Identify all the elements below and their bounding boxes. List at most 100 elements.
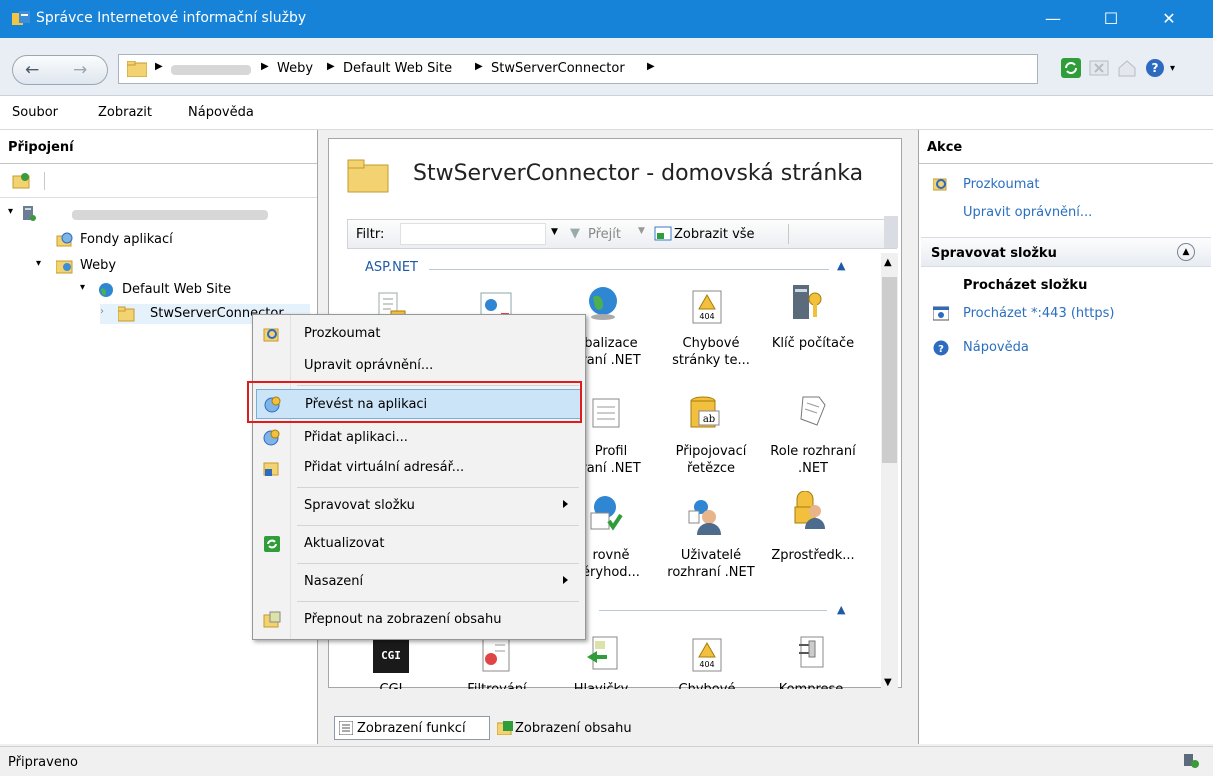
feature-label-filtering[interactable]: Filtrování: [451, 681, 543, 689]
tree-app-pools[interactable]: Fondy aplikací: [56, 230, 306, 250]
error-pages-icon[interactable]: 404: [687, 635, 727, 675]
ctx-manage-folder[interactable]: Spravovat složku: [256, 491, 582, 521]
explore-icon: [263, 328, 279, 342]
globalization-icon[interactable]: [583, 283, 623, 323]
tab-features-view[interactable]: Zobrazení funkcí: [334, 716, 490, 740]
collapse-group-icon[interactable]: ▲: [837, 259, 845, 272]
close-button[interactable]: ✕: [1146, 0, 1192, 38]
iis-app-icon: [12, 11, 30, 25]
breadcrumb-separator-icon[interactable]: ▶: [647, 61, 655, 72]
back-arrow-icon[interactable]: ←: [25, 60, 39, 80]
breadcrumb-separator-icon[interactable]: ▶: [327, 61, 335, 72]
collapse-icon[interactable]: ▾: [8, 206, 13, 217]
filter-dropdown-icon[interactable]: ▼: [551, 227, 558, 237]
submenu-arrow-icon: [563, 576, 568, 584]
scroll-thumb[interactable]: [882, 277, 897, 463]
collapse-icon[interactable]: ▾: [36, 258, 41, 269]
collapse-group-icon[interactable]: ▲: [837, 603, 845, 616]
feature-label-error-pages[interactable]: Chybové: [661, 681, 753, 689]
feature-label-headers[interactable]: Hlavičky: [555, 681, 647, 689]
show-all-button[interactable]: Zobrazit vše: [674, 227, 755, 242]
features-scrollbar[interactable]: ▲ ▼: [881, 253, 898, 693]
error-pages-icon[interactable]: 404: [687, 287, 727, 327]
compression-icon[interactable]: [791, 631, 831, 671]
scroll-down-icon[interactable]: ▼: [884, 677, 892, 688]
filter-input[interactable]: [400, 223, 546, 245]
cgi-icon[interactable]: CGI: [373, 639, 409, 673]
breadcrumb-default-site[interactable]: Default Web Site: [343, 61, 452, 76]
filter-bar: Filtr: ▼ ▼ Přejít ▼ Zobrazit vše: [347, 216, 898, 249]
expand-icon[interactable]: ›: [100, 306, 104, 317]
maximize-button[interactable]: ☐: [1088, 0, 1134, 38]
connection-status-icon: [1184, 754, 1199, 768]
group-aspnet-title: ASP.NET: [365, 260, 418, 275]
manage-folder-section[interactable]: Spravovat složku ▲: [921, 237, 1211, 267]
feature-label-dotnet-roles[interactable]: Role rozhraní .NET: [767, 443, 859, 477]
refresh-icon[interactable]: [1060, 57, 1082, 79]
home-icon[interactable]: [1116, 57, 1138, 79]
tree-server-node[interactable]: ▾: [8, 204, 308, 224]
sites-label: Weby: [80, 258, 117, 273]
scroll-up-icon[interactable]: ▲: [884, 257, 892, 268]
connections-toolbar: [0, 164, 317, 198]
help-icon[interactable]: ?: [1144, 57, 1166, 79]
connection-strings-icon[interactable]: ab: [685, 393, 725, 433]
minimize-button[interactable]: —: [1030, 0, 1076, 38]
sites-folder-icon: [56, 260, 73, 274]
feature-text: balizace raní .NET: [581, 336, 641, 368]
breadcrumb-separator-icon[interactable]: ▶: [261, 61, 269, 72]
tab-content-view[interactable]: Zobrazení obsahu: [492, 716, 642, 740]
breadcrumb-connector[interactable]: StwServerConnector: [491, 61, 625, 76]
providers-icon[interactable]: [789, 491, 829, 531]
tree-sites[interactable]: ▾ Weby: [36, 256, 286, 276]
app-pool-icon: [56, 232, 73, 247]
request-filtering-icon[interactable]: [477, 635, 517, 675]
dotnet-users-icon[interactable]: [685, 497, 725, 537]
feature-label-machine-key[interactable]: Klíč počítače: [767, 335, 859, 352]
menu-help[interactable]: Nápověda: [188, 105, 254, 120]
features-view-icon: [339, 721, 353, 735]
breadcrumb-sites[interactable]: Weby: [277, 61, 313, 76]
ctx-explore[interactable]: Prozkoumat: [256, 319, 582, 349]
profile-icon[interactable]: [587, 393, 627, 433]
feature-label-connection-strings[interactable]: Připojovací řetězce: [665, 443, 757, 477]
filter-scroll-handle[interactable]: [884, 216, 898, 248]
action-help[interactable]: Nápověda: [963, 340, 1029, 355]
feature-label-cgi[interactable]: CGI: [345, 681, 437, 689]
feature-text: Připojovací řetězce: [675, 444, 747, 476]
stop-icon[interactable]: [1088, 57, 1110, 79]
feature-label-dotnet-users[interactable]: Uživatelé rozhraní .NET: [665, 547, 757, 581]
feature-label-error-pages[interactable]: Chybové stránky te...: [665, 335, 757, 369]
http-headers-icon[interactable]: [583, 633, 623, 673]
machine-key-icon[interactable]: [787, 283, 827, 323]
collapse-section-icon[interactable]: ▲: [1177, 243, 1195, 261]
collapse-icon[interactable]: ▾: [80, 282, 85, 293]
ctx-add-vdir[interactable]: Přidat virtuální adresář...: [256, 453, 582, 483]
connect-icon[interactable]: [12, 172, 30, 190]
help-dropdown-icon[interactable]: ▾: [1170, 63, 1192, 85]
feature-label-compression[interactable]: Komprese: [765, 681, 857, 689]
action-edit-permissions[interactable]: Upravit oprávnění...: [963, 205, 1092, 220]
address-path[interactable]: ▶ ▶ Weby ▶ Default Web Site ▶ StwServerC…: [118, 54, 1038, 84]
breadcrumb-separator-icon[interactable]: ▶: [475, 61, 483, 72]
action-browse-https[interactable]: Procházet *:443 (https): [963, 306, 1114, 321]
ctx-edit-permissions[interactable]: Upravit oprávnění...: [256, 351, 582, 381]
ctx-refresh[interactable]: Aktualizovat: [256, 529, 582, 559]
action-explore[interactable]: Prozkoumat: [963, 177, 1039, 192]
trust-levels-icon[interactable]: [585, 493, 625, 533]
menu-file[interactable]: Soubor: [12, 105, 58, 120]
server-name-redacted: [72, 210, 268, 220]
dotnet-roles-icon[interactable]: [793, 391, 833, 431]
tree-default-site[interactable]: ▾ Default Web Site: [80, 280, 310, 300]
menu-view[interactable]: Zobrazit: [98, 105, 152, 120]
forward-arrow-icon[interactable]: →: [73, 60, 87, 80]
refresh-icon: [264, 536, 280, 552]
go-dropdown-icon[interactable]: ▼: [638, 226, 645, 236]
go-button[interactable]: Přejít: [588, 227, 621, 242]
feature-label-providers[interactable]: Zprostředk...: [767, 547, 859, 564]
folder-icon: [127, 61, 147, 77]
breadcrumb-separator-icon[interactable]: ▶: [155, 61, 163, 72]
ctx-deploy[interactable]: Nasazení: [256, 567, 582, 597]
ctx-switch-content-view[interactable]: Přepnout na zobrazení obsahu: [256, 605, 582, 635]
ctx-add-app[interactable]: Přidat aplikaci...: [256, 423, 582, 453]
